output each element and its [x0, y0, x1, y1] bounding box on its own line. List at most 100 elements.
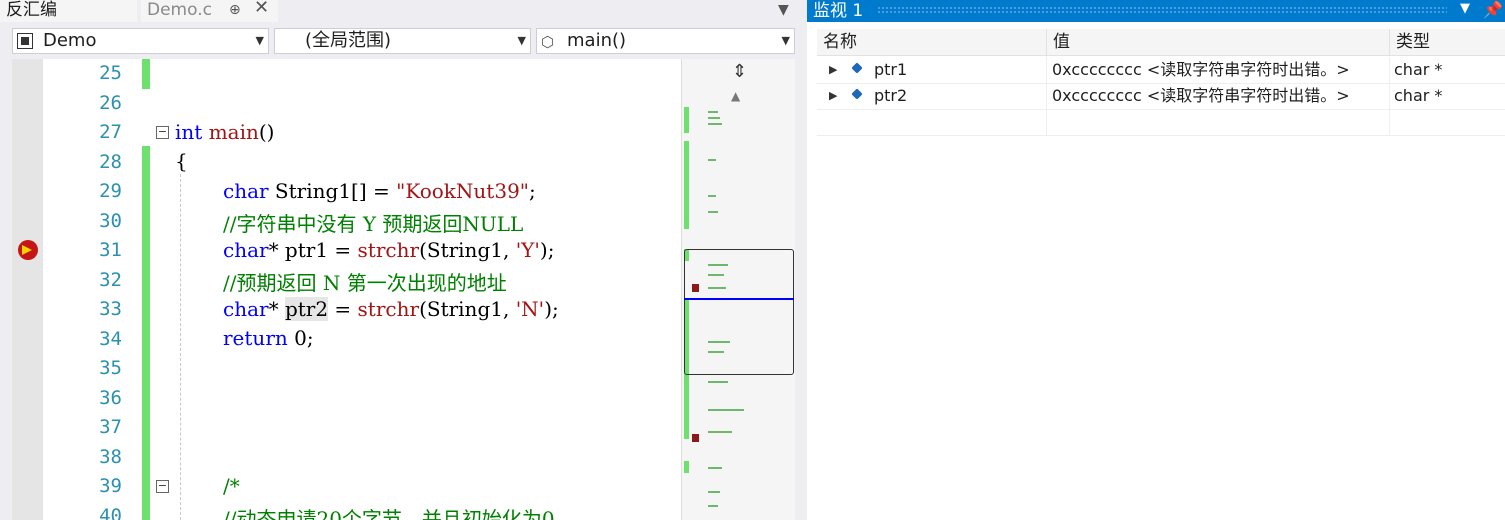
- code-line-40: //动态申请20个字节，并且初始化为0: [223, 507, 555, 520]
- minimap-code-line: [708, 159, 716, 161]
- code-text: {: [175, 149, 188, 173]
- minimap-viewport[interactable]: [684, 249, 794, 375]
- code-text: (String1,: [419, 238, 516, 262]
- tab-overflow-chevron-down-icon[interactable]: ▼: [778, 2, 789, 18]
- line-number: 27: [99, 121, 122, 143]
- project-dropdown[interactable]: Demo ▼: [12, 28, 269, 54]
- code-text: 0;: [287, 326, 314, 350]
- watch-row[interactable]: ▶ ptr2 0xcccccccc <读取字符串字符时出错。> char *: [817, 83, 1505, 110]
- minimap-breakpoint-marker: [692, 434, 699, 442]
- code-text: (): [258, 120, 275, 144]
- minimap-code-line: [708, 381, 728, 383]
- code-text: );: [539, 238, 555, 262]
- code-editor[interactable]: 25 26 27 28 29 30 31 32 33 34 35 36 37 3…: [12, 59, 681, 520]
- char-literal: 'N': [515, 297, 545, 321]
- line-number: 33: [99, 298, 122, 320]
- collapse-toggle-icon[interactable]: −: [156, 126, 169, 139]
- highlighted-identifier[interactable]: ptr2: [284, 297, 329, 321]
- chevron-down-icon: ▼: [517, 34, 526, 47]
- scope-dropdown[interactable]: (全局范围) ▼: [274, 28, 531, 54]
- code-text: * ptr1 =: [268, 238, 358, 262]
- code-line-28: {: [175, 149, 188, 173]
- code-line-31: char* ptr1 = strchr(String1, 'Y');: [223, 238, 554, 262]
- pin-icon[interactable]: ⊕: [229, 0, 241, 20]
- code-line-27: int main(): [175, 120, 274, 144]
- function-dropdown[interactable]: ⬡ main() ▼: [536, 28, 795, 54]
- watch-name-cell[interactable]: ▶ ptr1: [817, 57, 1047, 83]
- line-number: 31: [99, 239, 122, 261]
- title-grip: [877, 6, 1447, 15]
- split-view-icon[interactable]: ⇕: [732, 61, 747, 82]
- watch-value-cell[interactable]: 0xcccccccc <读取字符串字符时出错。>: [1047, 57, 1390, 83]
- line-number: 30: [99, 210, 122, 232]
- minimap-code-line: [708, 491, 720, 493]
- watch-type-cell: char *: [1394, 60, 1443, 79]
- watch-new-item-cell[interactable]: [817, 109, 1047, 135]
- code-text: =: [328, 297, 358, 321]
- pane-splitter[interactable]: [795, 0, 807, 520]
- change-indicator: [142, 146, 150, 520]
- watch-value-cell: [1047, 109, 1390, 135]
- close-icon[interactable]: ✕: [254, 0, 269, 18]
- minimap-code-line: [708, 467, 722, 469]
- indent-guide: [180, 174, 181, 520]
- chevron-down-icon: ▼: [781, 34, 790, 47]
- code-text: (String1,: [419, 297, 516, 321]
- watch-name-cell[interactable]: ▶ ptr2: [817, 83, 1047, 109]
- function-dropdown-value: main(): [567, 30, 627, 51]
- keyword: int: [175, 120, 203, 144]
- code-line-29: char String1[] = "KookNut39";: [223, 179, 536, 203]
- char-literal: 'Y': [515, 238, 540, 262]
- code-line-34: return 0;: [223, 326, 314, 350]
- watch-name-text: ptr2: [874, 86, 908, 105]
- line-number: 36: [99, 387, 122, 409]
- change-indicator: [142, 59, 150, 89]
- tab-demo-c-label: Demo.c: [147, 0, 212, 20]
- keyword: return: [223, 326, 288, 350]
- minimap-code-line: [708, 505, 718, 507]
- minimap-change-bar: [684, 141, 689, 229]
- minimap-code-line: [708, 195, 716, 197]
- line-number: 39: [99, 475, 122, 497]
- tab-disassembly[interactable]: 反汇编: [0, 0, 137, 22]
- minimap-change-bar: [684, 461, 689, 473]
- code-text: *: [268, 297, 285, 321]
- collapse-toggle-icon[interactable]: −: [156, 480, 169, 493]
- keyword: char: [223, 297, 269, 321]
- minimap-caret-line: [684, 298, 794, 300]
- keyword: char: [223, 238, 269, 262]
- column-header-type[interactable]: 类型: [1390, 29, 1505, 55]
- watch-title-bar[interactable]: 监视 1 ▼ 📌: [807, 0, 1505, 22]
- project-dropdown-value: Demo: [43, 30, 97, 51]
- watch-type-cell: char *: [1394, 86, 1443, 105]
- line-number: 37: [99, 416, 122, 438]
- watch-value-cell[interactable]: 0xcccccccc <读取字符串字符时出错。>: [1047, 83, 1390, 109]
- navigation-bar: Demo ▼ (全局范围) ▼ ⬡ main() ▼: [0, 22, 800, 60]
- tab-demo-c[interactable]: Demo.c ⊕ ✕: [141, 0, 278, 22]
- watch-window: 监视 1 ▼ 📌 名称 值 类型 ▶ ptr1 0xcccccccc <读取字符…: [807, 0, 1505, 520]
- watch-empty-row[interactable]: [817, 109, 1505, 136]
- function-name: strchr: [357, 297, 420, 321]
- code-line-32: //预期返回 N 第一次出现的地址: [223, 271, 507, 295]
- function-name: strchr: [357, 238, 420, 262]
- scroll-up-arrow-icon[interactable]: ▲: [731, 89, 740, 103]
- code-line-30: //字符串中没有 Y 预期返回NULL: [223, 212, 524, 236]
- watch-row[interactable]: ▶ ptr1 0xcccccccc <读取字符串字符时出错。> char *: [817, 57, 1505, 84]
- minimap-code-line: [708, 409, 744, 411]
- code-line-33: char* ptr2 = strchr(String1, 'N');: [223, 297, 559, 321]
- column-header-value[interactable]: 值: [1047, 29, 1390, 55]
- column-header-name[interactable]: 名称: [817, 29, 1047, 55]
- breakpoint-gutter[interactable]: [12, 59, 43, 520]
- minimap-code-line: [708, 431, 732, 433]
- variable-icon: [850, 89, 864, 101]
- function-cube-icon: ⬡: [541, 33, 555, 51]
- chevron-down-icon: ▼: [255, 34, 264, 47]
- window-options-chevron-down-icon[interactable]: ▼: [1460, 1, 1470, 16]
- line-number: 32: [99, 269, 122, 291]
- pin-icon[interactable]: 📌: [1483, 0, 1503, 19]
- expand-arrow-icon[interactable]: ▶: [829, 83, 837, 109]
- minimap-scrollbar[interactable]: ⇕ ▲: [681, 59, 795, 520]
- expand-arrow-icon[interactable]: ▶: [829, 57, 837, 83]
- code-text: );: [544, 297, 559, 321]
- function-name: main: [208, 120, 259, 144]
